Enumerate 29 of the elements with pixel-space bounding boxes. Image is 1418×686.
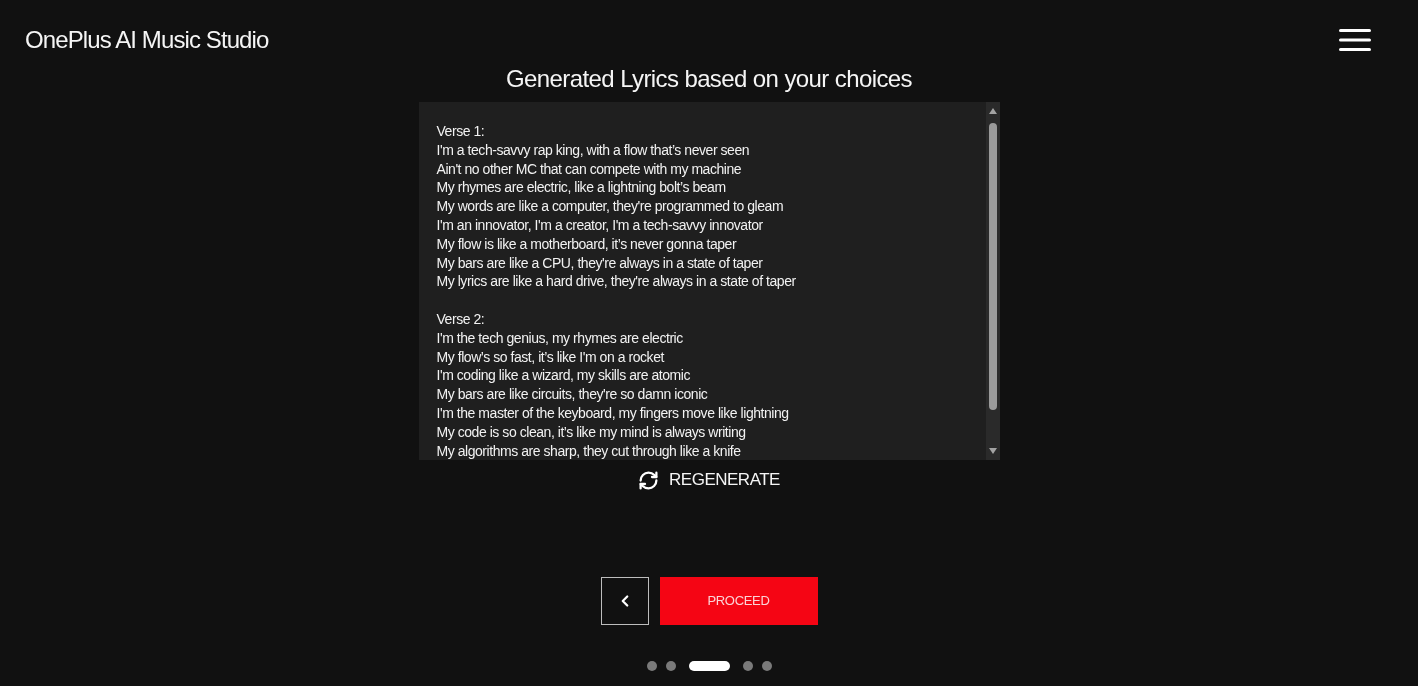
lyric-line: My code is so clean, it’s like my mind is always writing — [436, 422, 746, 442]
lyric-line: I'm coding like a wizard, my skills are atomic — [436, 366, 690, 386]
lyric-line: My flow is like a motherboard, it’s never gonna taper — [436, 234, 737, 254]
lyric-line: My algorithms are sharp, they cut through like a knife — [436, 441, 741, 460]
scroll-up-icon[interactable] — [988, 108, 997, 114]
refresh-icon — [638, 469, 660, 491]
lyric-line: My flow’s so fast, it’s like I'm on a rocket — [436, 347, 664, 367]
lyric-line: I'm a tech-savvy rap king, with a flow that’s never seen — [436, 140, 750, 160]
lyric-line: My bars are like a CPU, they're always in a state of taper — [436, 253, 763, 273]
scrollbar-thumb[interactable] — [988, 123, 997, 410]
lyric-line: My bars are like circuits, they're so damn iconic — [436, 385, 708, 404]
menu-icon — [1339, 29, 1371, 51]
regenerate-button[interactable]: REGENERATE — [638, 468, 780, 492]
lyric-line: I'm an innovator, I'm a creator, I'm a tech-savvy innovator — [436, 216, 763, 235]
verse-heading: Verse 2: — [436, 309, 485, 329]
lyric-line: My lyrics are like a hard drive, they're always in a state of taper — [436, 272, 796, 292]
lyric-line: My rhymes are electric, like a lightning bolt’s beam — [436, 178, 726, 198]
app-title: OnePlus AI Music Studio — [25, 25, 269, 55]
scroll-down-icon[interactable] — [988, 448, 997, 454]
lyric-line: I'm the master of the keyboard, my fingers move like lightning — [436, 403, 789, 423]
back-button[interactable] — [600, 577, 649, 625]
page-heading: Generated Lyrics based on your choices — [506, 64, 912, 94]
active-step-indicator[interactable] — [688, 661, 730, 671]
lyric-line: My words are like a computer, they're programmed to gleam — [436, 197, 784, 216]
menu-button[interactable] — [1339, 29, 1371, 51]
lyric-line: I'm the tech genius, my rhymes are electric — [436, 328, 683, 348]
lyric-line: Ain't no other MC that can compete with my machine — [436, 159, 742, 179]
scrollbar-track[interactable] — [985, 102, 1000, 460]
verse-heading: Verse 1: — [436, 122, 485, 141]
